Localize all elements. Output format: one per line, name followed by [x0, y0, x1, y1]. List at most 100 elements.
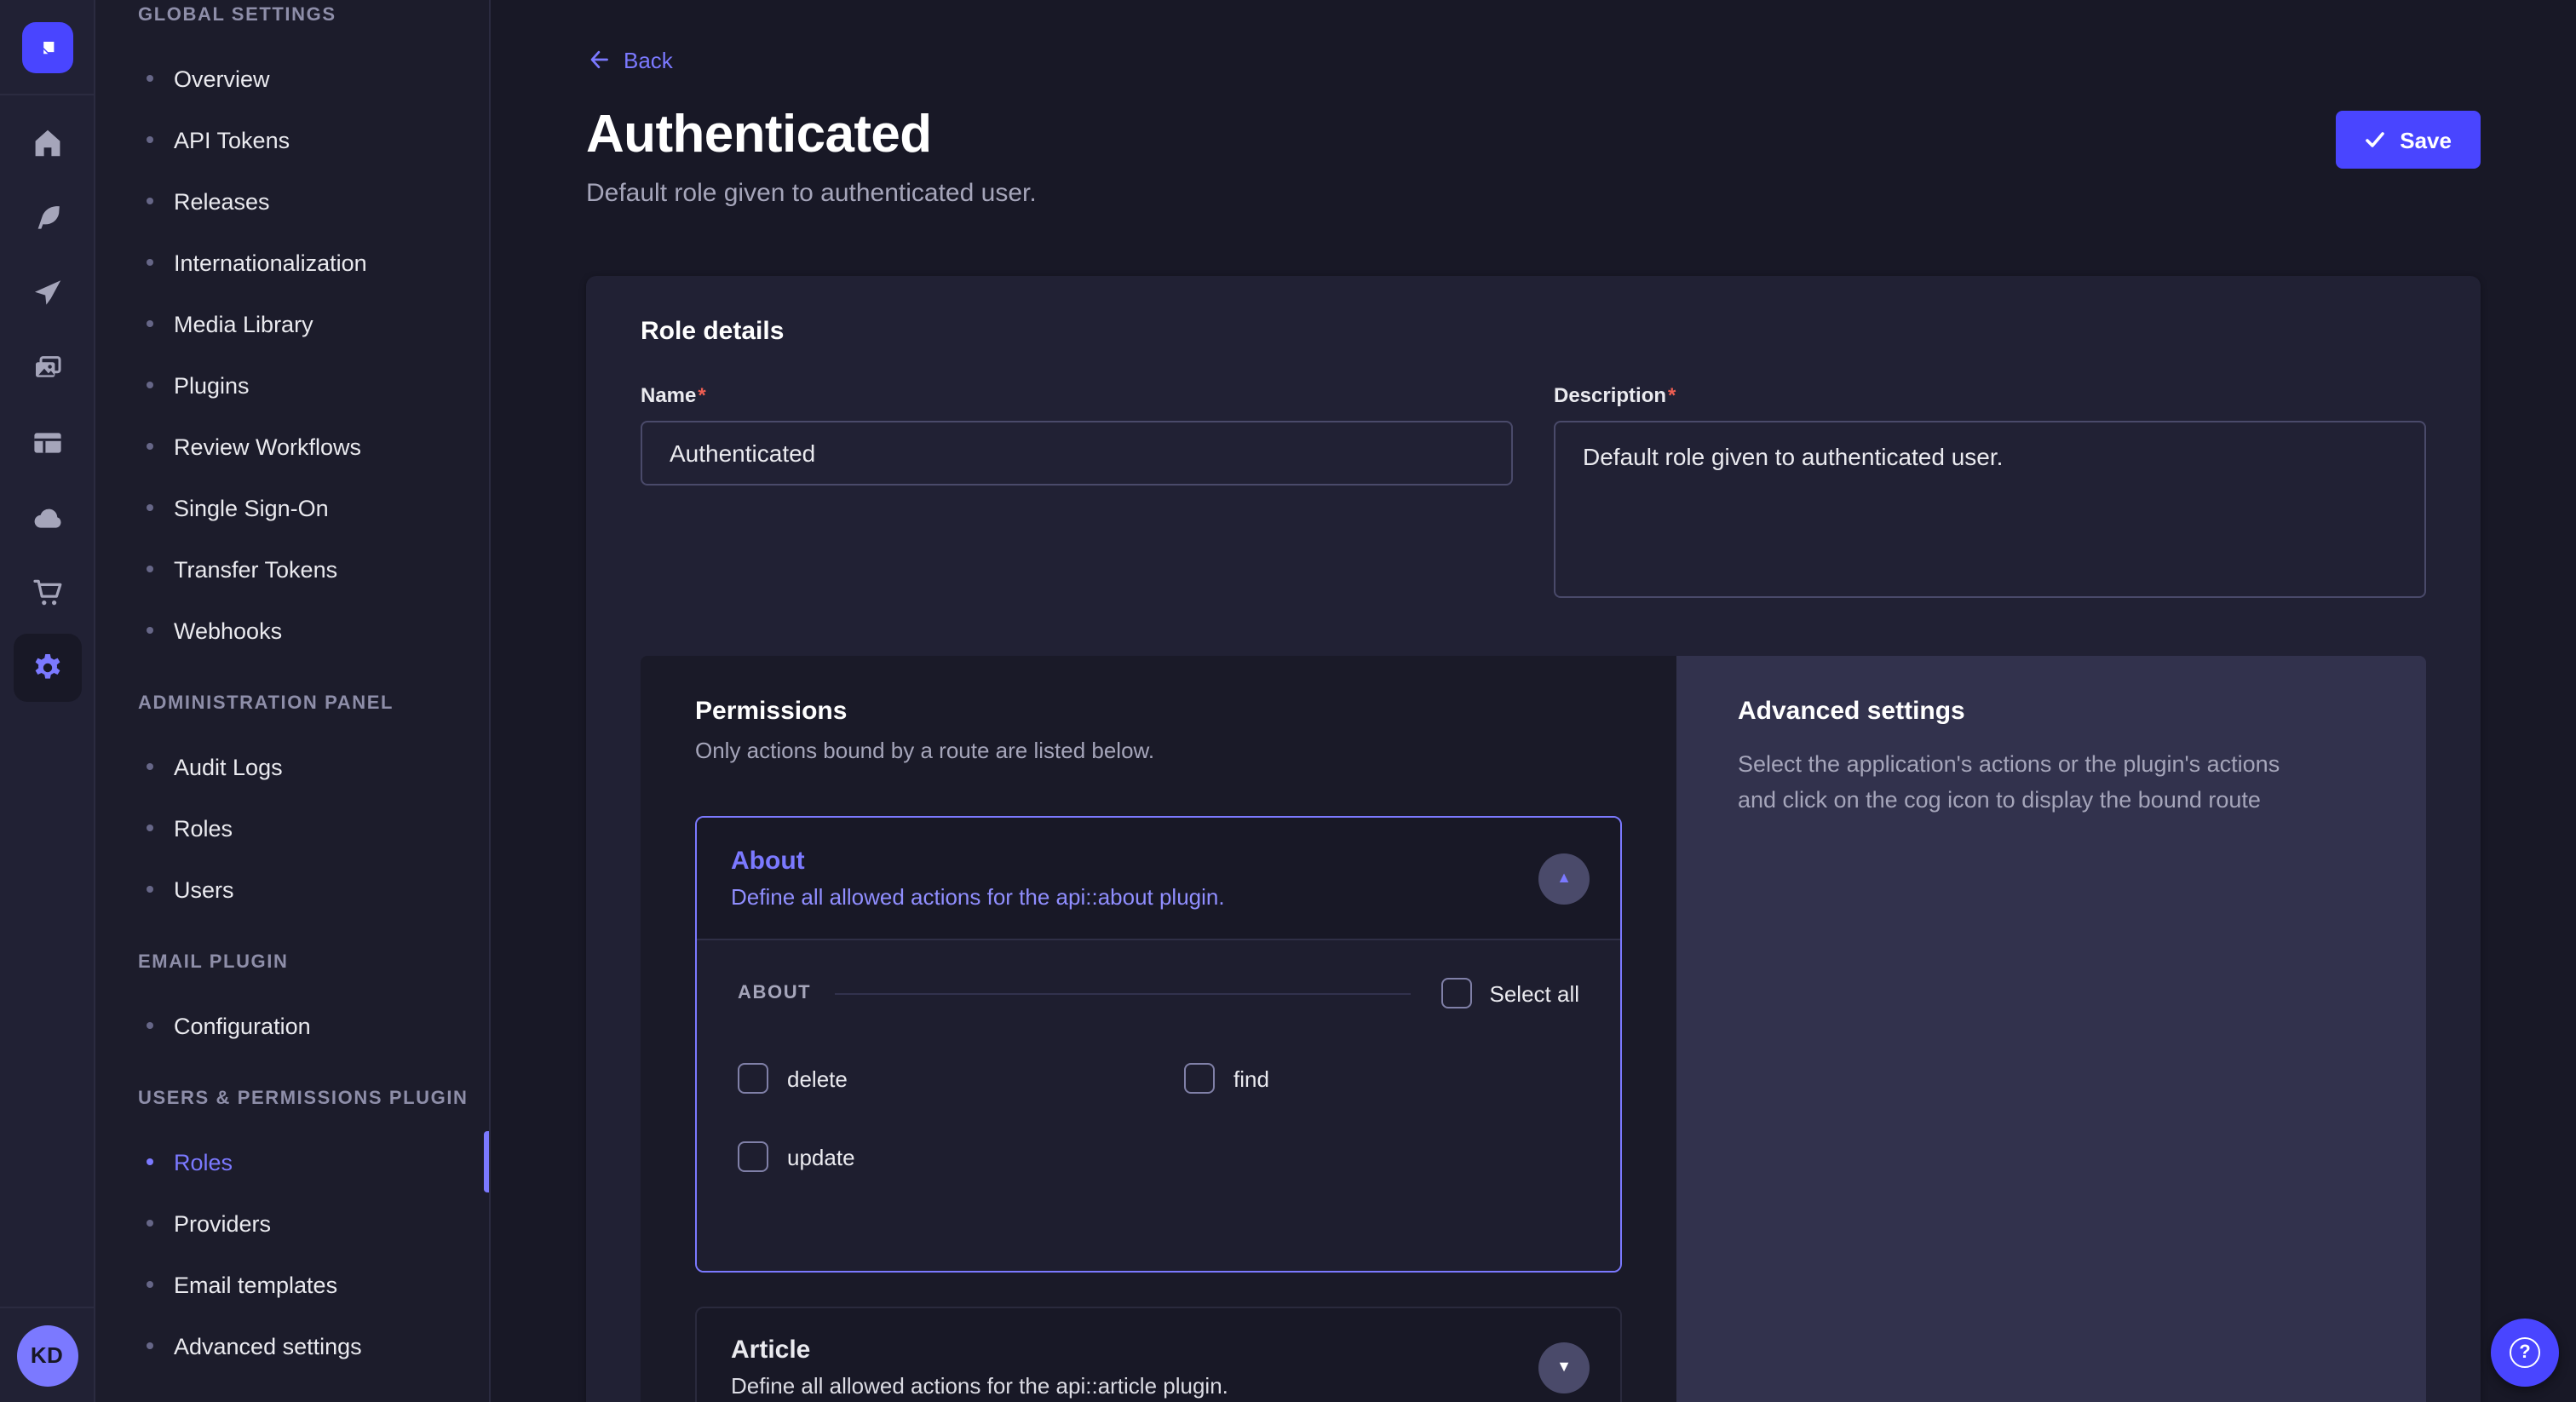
subnav-section-administration-panel: ADMINISTRATION PANEL	[95, 692, 489, 715]
permissions-layout: Permissions Only actions bound by a rout…	[641, 656, 2426, 1402]
required-asterisk: *	[1668, 383, 1676, 407]
accordion-about-body: ABOUT Select all delete	[697, 939, 1620, 1271]
role-details-card: Role details Name* Description* Default …	[586, 276, 2481, 1402]
required-asterisk: *	[698, 383, 705, 407]
bullet-icon	[147, 320, 153, 327]
update-label: update	[787, 1144, 855, 1169]
find-label: find	[1233, 1066, 1269, 1091]
permission-option-update: update	[738, 1141, 1184, 1172]
settings-subnav: GLOBAL SETTINGS Overview API Tokens Rele…	[95, 0, 491, 1402]
sidebar-item-internationalization[interactable]: Internationalization	[95, 232, 489, 293]
cloud-icon[interactable]	[13, 484, 81, 552]
sidebar-item-up-roles[interactable]: Roles	[95, 1131, 489, 1192]
sidebar-item-plugins[interactable]: Plugins	[95, 354, 489, 416]
feather-icon[interactable]	[13, 184, 81, 252]
sidebar-item-admin-roles[interactable]: Roles	[95, 797, 489, 859]
sidebar-item-api-tokens[interactable]: API Tokens	[95, 109, 489, 170]
sidebar-item-single-sign-on[interactable]: Single Sign-On	[95, 477, 489, 538]
select-all-label: Select all	[1490, 980, 1580, 1006]
user-avatar[interactable]: KD	[16, 1324, 78, 1386]
bullet-icon	[147, 1022, 153, 1029]
sidebar-item-configuration[interactable]: Configuration	[95, 995, 489, 1056]
bullet-icon	[147, 259, 153, 266]
update-checkbox[interactable]	[738, 1141, 768, 1172]
paper-plane-icon[interactable]	[13, 259, 81, 327]
question-mark-icon: ?	[2510, 1337, 2540, 1368]
select-all-option: Select all	[1442, 978, 1580, 1008]
help-button[interactable]: ?	[2491, 1319, 2559, 1387]
main-nav-rail: KD	[0, 0, 95, 1402]
save-button[interactable]: Save	[2335, 111, 2481, 169]
page-header: Authenticated Default role given to auth…	[586, 104, 2481, 208]
advanced-settings-body: Select the application's actions or the …	[1738, 746, 2365, 818]
accordion-article-subtitle: Define all allowed actions for the api::…	[731, 1373, 1586, 1399]
sidebar-item-email-templates[interactable]: Email templates	[95, 1254, 489, 1315]
find-checkbox[interactable]	[1184, 1063, 1215, 1094]
sidebar-item-webhooks[interactable]: Webhooks	[95, 600, 489, 661]
sidebar-item-review-workflows[interactable]: Review Workflows	[95, 416, 489, 477]
workspace-logo-cell[interactable]	[0, 0, 94, 95]
sidebar-item-audit-logs[interactable]: Audit Logs	[95, 736, 489, 797]
layout-icon[interactable]	[13, 409, 81, 477]
page-subtitle: Default role given to authenticated user…	[586, 179, 1037, 208]
sidebar-item-users[interactable]: Users	[95, 859, 489, 920]
advanced-settings-heading: Advanced settings	[1738, 697, 2365, 726]
settings-gear-icon[interactable]	[13, 634, 81, 702]
name-field[interactable]	[641, 421, 1513, 486]
bullet-icon	[147, 1158, 153, 1165]
permissions-subtitle: Only actions bound by a route are listed…	[695, 738, 1622, 763]
bullet-icon	[147, 198, 153, 204]
bullet-icon	[147, 504, 153, 511]
sidebar-item-releases[interactable]: Releases	[95, 170, 489, 232]
page-title: Authenticated	[586, 104, 1037, 165]
collapse-toggle-button[interactable]: ▲	[1538, 853, 1590, 904]
accordion-article[interactable]: Article Define all allowed actions for t…	[695, 1307, 1622, 1402]
permission-actions-grid: delete find update	[738, 1063, 1579, 1172]
permission-option-delete: delete	[738, 1063, 1184, 1094]
check-icon	[2364, 129, 2384, 150]
active-item-indicator	[484, 1131, 489, 1192]
media-library-icon[interactable]	[13, 334, 81, 402]
save-label: Save	[2400, 127, 2452, 152]
permission-group-row: ABOUT Select all	[738, 978, 1579, 1008]
bullet-icon	[147, 886, 153, 893]
subnav-section-email-plugin: EMAIL PLUGIN	[95, 951, 489, 974]
bullet-icon	[147, 1220, 153, 1227]
bullet-icon	[147, 1342, 153, 1349]
rail-footer: KD	[0, 1307, 94, 1402]
name-label: Name*	[641, 383, 1513, 407]
sidebar-item-overview[interactable]: Overview	[95, 48, 489, 109]
permissions-panel: Permissions Only actions bound by a rout…	[641, 656, 1676, 1402]
sidebar-item-advanced-settings[interactable]: Advanced settings	[95, 1315, 489, 1376]
accordion-about-header[interactable]: About Define all allowed actions for the…	[697, 818, 1620, 939]
role-details-fields: Name* Description* Default role given to…	[641, 383, 2426, 606]
bullet-icon	[147, 75, 153, 82]
sidebar-item-transfer-tokens[interactable]: Transfer Tokens	[95, 538, 489, 600]
arrow-left-icon	[586, 48, 610, 72]
accordion-article-title: Article	[731, 1336, 1586, 1365]
description-field[interactable]: Default role given to authenticated user…	[1554, 421, 2426, 598]
expand-toggle-button[interactable]: ▼	[1538, 1342, 1590, 1393]
cart-icon[interactable]	[13, 559, 81, 627]
bullet-icon	[147, 136, 153, 143]
home-icon[interactable]	[13, 109, 81, 177]
rail-icon-list	[0, 95, 94, 709]
role-details-heading: Role details	[641, 317, 2426, 346]
accordion-about: About Define all allowed actions for the…	[695, 816, 1622, 1273]
delete-checkbox[interactable]	[738, 1063, 768, 1094]
delete-label: delete	[787, 1066, 848, 1091]
app-viewport: KD GLOBAL SETTINGS Overview API Tokens R…	[0, 0, 2576, 1402]
bullet-icon	[147, 566, 153, 572]
subnav-section-global-settings: GLOBAL SETTINGS	[95, 3, 489, 27]
sidebar-item-media-library[interactable]: Media Library	[95, 293, 489, 354]
select-all-checkbox[interactable]	[1442, 978, 1473, 1008]
advanced-settings-panel: Advanced settings Select the application…	[1676, 656, 2426, 1402]
main-content: Back Authenticated Default role given to…	[491, 0, 2576, 1402]
description-label: Description*	[1554, 383, 2426, 407]
back-link[interactable]: Back	[586, 44, 673, 75]
divider-line	[835, 992, 1411, 994]
accordion-about-subtitle: Define all allowed actions for the api::…	[731, 884, 1586, 910]
bullet-icon	[147, 825, 153, 831]
sidebar-item-providers[interactable]: Providers	[95, 1192, 489, 1254]
chevron-up-icon: ▲	[1556, 871, 1572, 886]
